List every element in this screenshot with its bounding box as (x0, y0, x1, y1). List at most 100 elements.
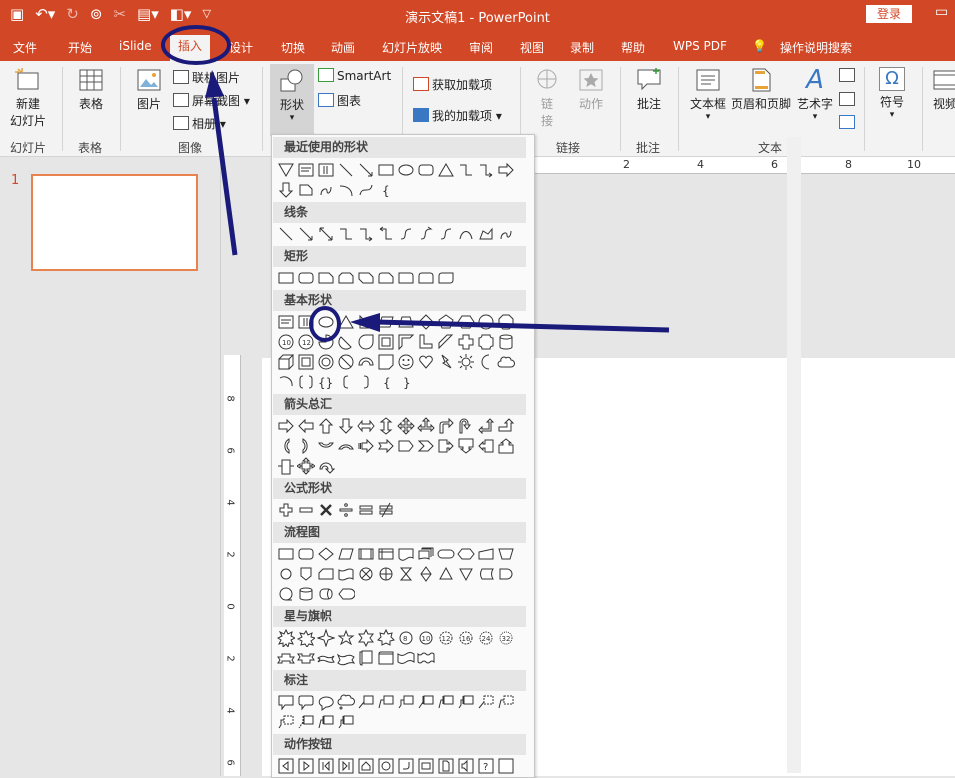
flowchart-preparation-shape-icon[interactable] (457, 545, 475, 563)
curved-ribbon-up-shape-icon[interactable] (317, 649, 335, 667)
elbow-arrow-shape-icon[interactable] (477, 161, 495, 179)
action-movie-shape-icon[interactable] (417, 757, 435, 775)
star24-shape-icon[interactable]: 24 (477, 629, 495, 647)
action-sound-shape-icon[interactable] (457, 757, 475, 775)
u-turn-arrow-shape-icon[interactable] (457, 417, 475, 435)
curved-double-arrow-shape-icon[interactable] (437, 225, 455, 243)
no-symbol-shape-icon[interactable] (337, 353, 355, 371)
round-rect-callout-shape-icon[interactable] (297, 693, 315, 711)
can-shape-icon[interactable] (497, 333, 515, 351)
snip-round-rect-shape-icon[interactable] (377, 269, 395, 287)
accent-border-callout1-shape-icon[interactable] (297, 713, 315, 731)
folded-corner-shape-icon[interactable] (377, 353, 395, 371)
up-arrow-shape-icon[interactable] (317, 417, 335, 435)
double-arrow-line-shape-icon[interactable] (317, 225, 335, 243)
textbox-button[interactable]: 文本框 ▾ (688, 67, 728, 122)
curved-ribbon-down-shape-icon[interactable] (337, 649, 355, 667)
freeform-shape-icon[interactable] (317, 181, 335, 199)
left-right-up-arrow-shape-icon[interactable] (417, 417, 435, 435)
action-beginning-shape-icon[interactable] (317, 757, 335, 775)
up-down-arrow-shape-icon[interactable] (377, 417, 395, 435)
gallery-scrollbar[interactable] (787, 137, 801, 773)
arrow-line-shape-icon[interactable] (297, 225, 315, 243)
curve-shape-icon[interactable] (457, 225, 475, 243)
moon-shape-icon[interactable] (477, 353, 495, 371)
curved-up-arrow-shape-icon[interactable] (317, 437, 335, 455)
arrow-line-shape-icon[interactable] (357, 161, 375, 179)
rounded-rect-shape-icon[interactable] (297, 269, 315, 287)
flowchart-predefined-process-shape-icon[interactable] (357, 545, 375, 563)
heptagon-shape-icon[interactable] (477, 313, 495, 331)
action-back-shape-icon[interactable] (277, 757, 295, 775)
left-bracket-shape-icon[interactable] (337, 373, 355, 391)
left-up-arrow-shape-icon[interactable] (477, 417, 495, 435)
screenshot-button[interactable]: 屏幕截图 ▾ (173, 92, 250, 109)
double-bracket-shape-icon[interactable] (297, 373, 315, 391)
line-callout3-shape-icon[interactable] (397, 693, 415, 711)
donut-shape-icon[interactable] (317, 353, 335, 371)
flowchart-internal-storage-shape-icon[interactable] (377, 545, 395, 563)
vertical-textbox-shape-icon[interactable] (317, 161, 335, 179)
flowchart-merge-shape-icon[interactable] (457, 565, 475, 583)
star4-shape-icon[interactable] (317, 629, 335, 647)
star12-shape-icon[interactable]: 12 (437, 629, 455, 647)
teardrop-shape-icon[interactable] (357, 333, 375, 351)
hexagon-shape-icon[interactable] (457, 313, 475, 331)
right-arrow-shape-icon[interactable] (277, 417, 295, 435)
picture-button[interactable]: 图片 (132, 67, 166, 112)
dodecagon-shape-icon[interactable]: 12 (297, 333, 315, 351)
round-single-rect-shape-icon[interactable] (397, 269, 415, 287)
tab-record[interactable]: 录制 (570, 39, 594, 56)
elbow-arrow-shape-icon[interactable] (357, 225, 375, 243)
flowchart-display-shape-icon[interactable] (337, 585, 355, 603)
curved-down-arrow-shape-icon[interactable] (337, 437, 355, 455)
accent-callout2-shape-icon[interactable] (437, 693, 455, 711)
slide-thumbnail[interactable] (31, 174, 198, 271)
horizontal-scroll-shape-icon[interactable] (377, 649, 395, 667)
tab-review[interactable]: 审阅 (469, 39, 493, 56)
s-curve-shape-icon[interactable] (357, 181, 375, 199)
date-time-button[interactable] (839, 68, 858, 83)
accent-border-callout3-shape-icon[interactable] (337, 713, 355, 731)
action-information-shape-icon[interactable] (377, 757, 395, 775)
new-slide-button[interactable]: 新建 幻灯片 (6, 67, 50, 129)
flowchart-card-shape-icon[interactable] (317, 565, 335, 583)
half-frame-shape-icon[interactable] (397, 333, 415, 351)
ribbon-up-shape-icon[interactable] (277, 649, 295, 667)
brace-shape-icon[interactable]: { (377, 181, 395, 199)
curved-connector-shape-icon[interactable] (397, 225, 415, 243)
line-shape-icon[interactable] (337, 161, 355, 179)
accent-callout1-shape-icon[interactable] (417, 693, 435, 711)
comment-button[interactable]: 批注 (632, 67, 666, 112)
rounded-rect-shape-icon[interactable] (417, 161, 435, 179)
flowchart-collate-shape-icon[interactable] (397, 565, 415, 583)
flowchart-terminator-shape-icon[interactable] (437, 545, 455, 563)
vertical-textbox-shape-icon[interactable] (297, 313, 315, 331)
explosion1-shape-icon[interactable] (277, 629, 295, 647)
frame-shape-icon[interactable] (377, 333, 395, 351)
left-brace-shape-icon[interactable]: { (377, 373, 395, 391)
flowchart-delay-shape-icon[interactable] (497, 565, 515, 583)
left-right-arrow-callout-shape-icon[interactable] (277, 457, 295, 475)
wordart-button[interactable]: A 艺术字 ▾ (795, 67, 835, 122)
right-triangle-shape-icon[interactable] (357, 313, 375, 331)
right-arrow-shape-icon[interactable] (497, 161, 515, 179)
snip-same-rect-shape-icon[interactable] (337, 269, 355, 287)
border-callout1-shape-icon[interactable] (477, 693, 495, 711)
elbow-double-arrow-shape-icon[interactable] (377, 225, 395, 243)
snip-rect-shape-icon[interactable] (297, 181, 315, 199)
rect-callout-shape-icon[interactable] (277, 693, 295, 711)
star8-shape-icon[interactable]: 8 (397, 629, 415, 647)
left-arrow-callout-shape-icon[interactable] (477, 437, 495, 455)
sun-shape-icon[interactable] (457, 353, 475, 371)
lightning-bolt-shape-icon[interactable] (437, 353, 455, 371)
flowchart-process-shape-icon[interactable] (277, 545, 295, 563)
down-arrow-callout-shape-icon[interactable] (457, 437, 475, 455)
object-button[interactable] (839, 115, 858, 130)
oval-shape-icon[interactable] (317, 313, 335, 331)
math-divide-shape-icon[interactable] (337, 501, 355, 519)
textbox-shape-icon[interactable] (277, 313, 295, 331)
chord-shape-icon[interactable] (337, 333, 355, 351)
trapezoid-shape-icon[interactable] (397, 313, 415, 331)
pentagon-arrow-shape-icon[interactable] (397, 437, 415, 455)
